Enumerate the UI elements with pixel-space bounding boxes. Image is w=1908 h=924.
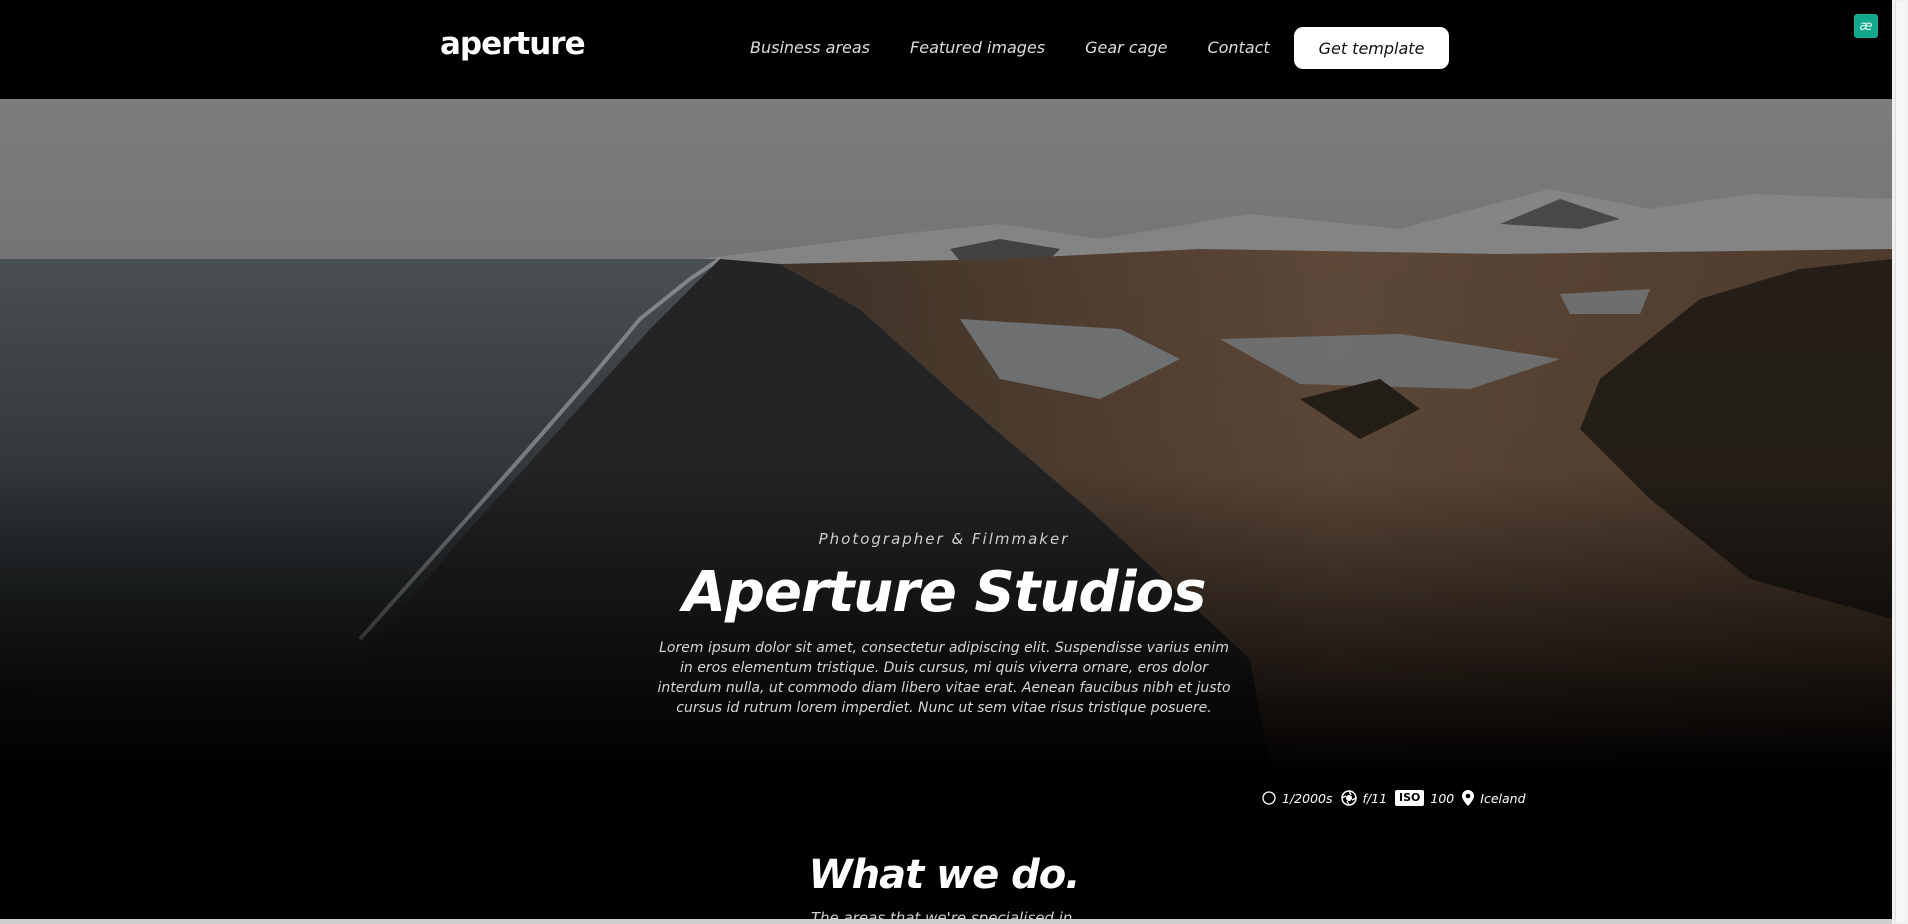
- shutter-speed: 1/2000s: [1262, 791, 1333, 806]
- top-navigation: aperture Business areas Featured images …: [0, 0, 1892, 99]
- logo[interactable]: aperture: [440, 26, 586, 62]
- hero-eyebrow: Photographer & Filmmaker: [818, 530, 1070, 548]
- shutter-value: 1/2000s: [1282, 790, 1333, 806]
- nav-link-gear-cage[interactable]: Gear cage: [1085, 38, 1167, 57]
- aperture-icon: [1340, 790, 1357, 806]
- hero-section: Photographer & Filmmaker Aperture Studio…: [0, 99, 1892, 924]
- iso-group: ISO 100: [1395, 790, 1454, 806]
- location-group: Iceland: [1462, 790, 1526, 806]
- nav-link-featured-images[interactable]: Featured images: [910, 38, 1045, 57]
- nav-link-business-areas[interactable]: Business areas: [750, 38, 870, 57]
- section-title: What we do.: [808, 852, 1081, 898]
- location-value: Iceland: [1480, 790, 1526, 806]
- aperture-value-group: f/11: [1340, 790, 1388, 806]
- hero-title: Aperture Studios: [682, 560, 1207, 625]
- aperture-value: f/11: [1362, 790, 1388, 806]
- nav-link-contact[interactable]: Contact: [1207, 38, 1269, 57]
- hero-description: Lorem ipsum dolor sit amet, consectetur …: [657, 640, 1231, 716]
- scrollbar-thumb[interactable]: [1895, 2, 1905, 922]
- scrollbar[interactable]: [1892, 0, 1908, 924]
- photo-exif-info: 1/2000s f/11 ISO 100 Iceland: [1262, 790, 1526, 806]
- hero-landscape-image: [0, 99, 1892, 924]
- shutter-icon: [1262, 791, 1276, 805]
- extension-icon[interactable]: æ: [1854, 14, 1878, 38]
- iso-icon: ISO: [1395, 790, 1425, 806]
- location-pin-icon: [1462, 790, 1475, 806]
- nav-links: Business areas Featured images Gear cage…: [750, 38, 1270, 57]
- get-template-button[interactable]: Get template: [1294, 27, 1449, 69]
- iso-value: 100: [1430, 790, 1455, 806]
- window-bottom-edge: [0, 919, 1892, 924]
